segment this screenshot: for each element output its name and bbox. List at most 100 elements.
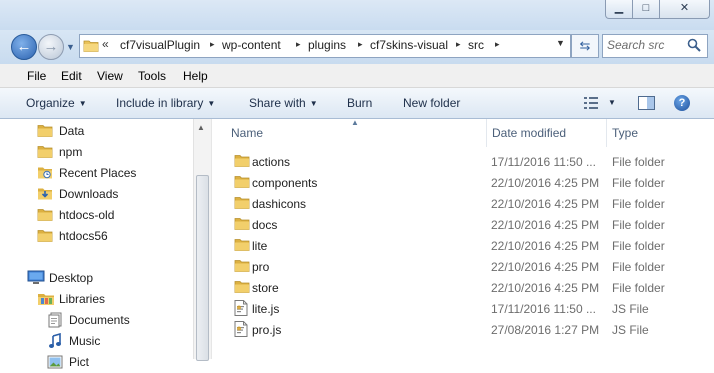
- include-in-library-button[interactable]: Include in library ▼: [116, 96, 215, 110]
- breadcrumb-item[interactable]: src: [468, 38, 484, 52]
- breadcrumb-item[interactable]: cf7skins-visual: [370, 38, 448, 52]
- sidebar-item-documents[interactable]: Documents: [40, 309, 210, 330]
- downloads-icon: [37, 186, 53, 204]
- menu-file[interactable]: File: [27, 69, 46, 83]
- file-type: File folder: [612, 260, 665, 274]
- forward-button[interactable]: →: [38, 34, 64, 60]
- preview-pane-icon[interactable]: [638, 96, 655, 113]
- libraries-icon: [37, 291, 55, 309]
- file-row[interactable]: lite.js 17/11/2016 11:50 ... JS File: [228, 298, 714, 319]
- close-button[interactable]: ✕: [659, 0, 710, 19]
- menu-help[interactable]: Help: [183, 69, 208, 83]
- music-icon: [47, 332, 63, 352]
- folder-icon: [37, 144, 53, 162]
- file-type: File folder: [612, 155, 665, 169]
- address-overflow-chevron[interactable]: «: [102, 37, 109, 51]
- file-row[interactable]: pro.js 27/08/2016 1:27 PM JS File: [228, 319, 714, 340]
- file-type: JS File: [612, 302, 649, 316]
- breadcrumb-item[interactable]: cf7visualPlugin: [120, 38, 200, 52]
- view-dropdown-icon[interactable]: ▼: [608, 98, 616, 107]
- chevron-down-icon: ▼: [78, 99, 87, 108]
- command-bar: Organize ▼ Include in library ▼ Share with…: [0, 88, 714, 119]
- file-type: JS File: [612, 323, 649, 337]
- sidebar-item-libraries[interactable]: Libraries: [30, 288, 200, 309]
- documents-icon: [47, 312, 63, 331]
- file-row[interactable]: docs 22/10/2016 4:25 PM File folder: [228, 214, 714, 235]
- sidebar-item-htdocs-old[interactable]: htdocs-old: [30, 204, 200, 225]
- view-options-icon[interactable]: [584, 97, 600, 112]
- breadcrumb-item[interactable]: wp-content: [222, 38, 281, 52]
- breadcrumb-separator-icon[interactable]: ▸: [210, 39, 215, 50]
- search-input[interactable]: [607, 37, 685, 53]
- refresh-button[interactable]: ⇆: [571, 34, 599, 58]
- file-row[interactable]: components 22/10/2016 4:25 PM File folder: [228, 172, 714, 193]
- include-in-library-label: Include in library: [116, 96, 204, 110]
- chevron-down-icon: ▼: [207, 99, 216, 108]
- column-header-date-modified[interactable]: Date modified: [492, 126, 566, 140]
- breadcrumb-separator-icon[interactable]: ▸: [495, 39, 500, 50]
- breadcrumb-separator-icon[interactable]: ▸: [296, 39, 301, 50]
- breadcrumb-separator-icon[interactable]: ▸: [456, 39, 461, 50]
- menu-tools[interactable]: Tools: [138, 69, 166, 83]
- file-date-modified: 22/10/2016 4:25 PM: [491, 281, 600, 295]
- menu-view[interactable]: View: [97, 69, 123, 83]
- file-type: File folder: [612, 176, 665, 190]
- file-date-modified: 22/10/2016 4:25 PM: [491, 176, 600, 190]
- file-name: dashicons: [252, 197, 307, 211]
- sidebar-item-data[interactable]: Data: [30, 120, 200, 141]
- back-button[interactable]: ←: [11, 34, 37, 60]
- sidebar-item-label: Libraries: [59, 292, 106, 306]
- folder-icon: [37, 207, 53, 225]
- folder-icon: [234, 216, 250, 234]
- file-date-modified: 27/08/2016 1:27 PM: [491, 323, 600, 337]
- pictures-icon: [47, 354, 63, 373]
- sidebar-item-label: htdocs-old: [59, 208, 115, 222]
- folder-icon: [234, 258, 250, 276]
- desktop-icon: [27, 270, 45, 288]
- folder-icon: [37, 123, 53, 141]
- folder-icon: [37, 228, 53, 246]
- file-type: File folder: [612, 197, 665, 211]
- sidebar-item-label: Downloads: [59, 187, 119, 201]
- sidebar-item-downloads[interactable]: Downloads: [30, 183, 200, 204]
- sidebar-item-music[interactable]: Music: [40, 330, 210, 351]
- address-dropdown-icon[interactable]: ▼: [556, 38, 565, 48]
- file-date-modified: 22/10/2016 4:25 PM: [491, 197, 600, 211]
- column-divider[interactable]: [486, 119, 487, 147]
- file-row[interactable]: actions 17/11/2016 11:50 ... File folder: [228, 151, 714, 172]
- file-name: lite.js: [252, 302, 280, 316]
- minimize-button[interactable]: ▁: [605, 0, 633, 19]
- menu-edit[interactable]: Edit: [61, 69, 82, 83]
- breadcrumb-item[interactable]: plugins: [308, 38, 346, 52]
- column-header-name[interactable]: Name: [231, 126, 263, 140]
- maximize-button[interactable]: □: [632, 0, 660, 19]
- help-icon[interactable]: ?: [674, 95, 690, 111]
- sidebar-item-pict[interactable]: Pict: [40, 351, 210, 372]
- file-row[interactable]: pro 22/10/2016 4:25 PM File folder: [228, 256, 714, 277]
- address-bar[interactable]: « ▼ cf7visualPlugin ▸ wp-content ▸ plugins ▸ c…: [79, 34, 571, 58]
- recent-pages-button[interactable]: ▼: [66, 42, 75, 52]
- folder-icon: [234, 174, 250, 192]
- column-header-type[interactable]: Type: [612, 126, 638, 140]
- breadcrumb-separator-icon[interactable]: ▸: [358, 39, 363, 50]
- search-box[interactable]: [602, 34, 708, 58]
- sidebar-item-npm[interactable]: npm: [30, 141, 200, 162]
- sidebar-item-htdocs56[interactable]: htdocs56: [30, 225, 200, 246]
- folder-icon: [234, 279, 250, 297]
- file-row[interactable]: store 22/10/2016 4:25 PM File folder: [228, 277, 714, 298]
- file-row[interactable]: lite 22/10/2016 4:25 PM File folder: [228, 235, 714, 256]
- file-row[interactable]: dashicons 22/10/2016 4:25 PM File folder: [228, 193, 714, 214]
- file-name: store: [252, 281, 279, 295]
- organize-button[interactable]: Organize ▼: [26, 96, 87, 110]
- burn-button[interactable]: Burn: [347, 96, 372, 110]
- file-name: lite: [252, 239, 268, 253]
- search-icon[interactable]: [687, 38, 701, 55]
- column-divider[interactable]: [606, 119, 607, 147]
- file-name: pro: [252, 260, 270, 274]
- sidebar-item-recent-places[interactable]: Recent Places: [30, 162, 200, 183]
- sort-ascending-icon: ▲: [351, 118, 359, 127]
- sidebar-item-desktop[interactable]: Desktop: [20, 267, 190, 288]
- menu-bar: File Edit View Tools Help: [0, 64, 714, 88]
- new-folder-button[interactable]: New folder: [403, 96, 460, 110]
- share-with-button[interactable]: Share with ▼: [249, 96, 318, 110]
